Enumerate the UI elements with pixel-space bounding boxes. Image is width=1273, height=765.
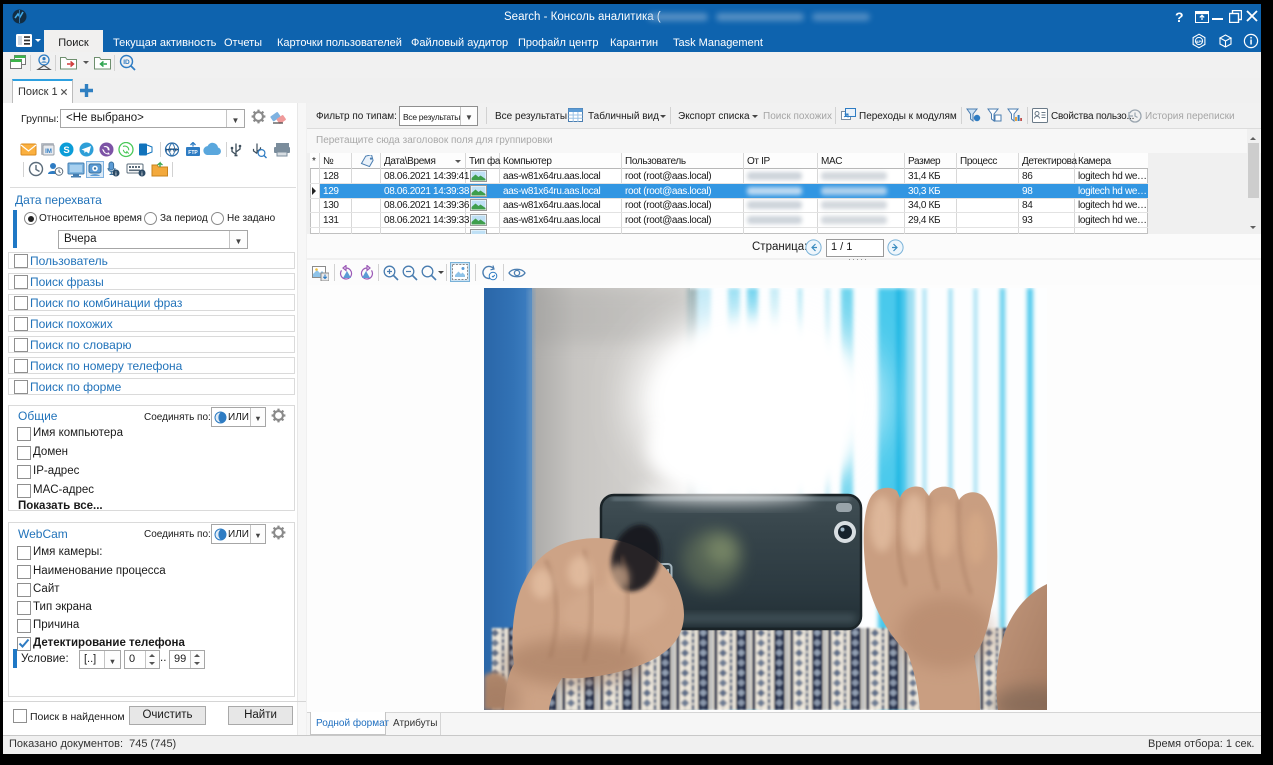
svg-text:API: API (1196, 39, 1203, 44)
svg-text:IM: IM (45, 149, 52, 155)
svg-text:S: S (63, 145, 69, 156)
svg-text:ID: ID (123, 59, 130, 66)
svg-text:FTP: FTP (188, 150, 198, 156)
svg-text:HTTP: HTTP (166, 148, 178, 153)
